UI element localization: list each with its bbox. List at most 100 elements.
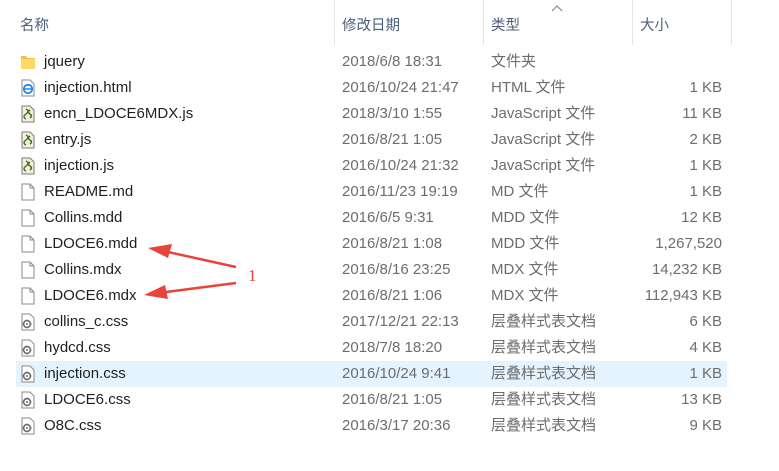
file-size: 2 KB [689,131,722,148]
file-type: JavaScript 文件 [491,131,596,148]
file-type: HTML 文件 [491,79,566,96]
file-name: entry.js [44,131,92,148]
file-size: 9 KB [689,417,722,434]
file-date: 2016/6/5 9:31 [342,209,434,226]
file-type: 文件夹 [491,53,537,70]
file-row[interactable]: LDOCE6.css 2016/8/21 1:05 层叠样式表文档 13 KB [16,387,727,413]
file-row[interactable]: hydcd.css 2018/7/8 18:20 层叠样式表文档 4 KB [16,335,727,361]
css-file-icon [20,365,36,383]
css-file-icon [20,339,36,357]
file-date: 2018/3/10 1:55 [342,105,443,122]
file-size: 1 KB [689,365,722,382]
file-type: MDX 文件 [491,287,559,304]
file-size: 1 KB [689,79,722,96]
file-size: 11 KB [682,105,722,122]
file-row[interactable]: jquery 2018/6/8 18:31 文件夹 [16,49,727,75]
file-name: LDOCE6.mdx [44,287,137,304]
file-size: 14,232 KB [651,261,722,278]
file-date: 2016/10/24 9:41 [342,365,451,382]
file-size: 1,267,520 [655,235,722,252]
html-file-icon [20,79,36,97]
sort-up-icon [551,5,563,12]
file-name: collins_c.css [44,313,129,330]
file-icon [20,261,36,279]
file-type: MD 文件 [491,183,549,200]
file-row[interactable]: O8C.css 2016/3/17 20:36 层叠样式表文档 9 KB [16,413,727,439]
file-row[interactable]: Collins.mdd 2016/6/5 9:31 MDD 文件 12 KB [16,205,727,231]
file-icon [20,209,36,227]
column-header-name[interactable]: 名称 [20,0,49,45]
file-type: JavaScript 文件 [491,105,596,122]
file-row[interactable]: encn_LDOCE6MDX.js 2018/3/10 1:55 JavaScrip… [16,101,727,127]
file-date: 2016/8/21 1:05 [342,131,443,148]
file-type: 层叠样式表文档 [491,339,597,356]
column-header-size[interactable]: 大小 [640,0,669,45]
file-type: 层叠样式表文档 [491,417,597,434]
file-date: 2016/10/24 21:47 [342,79,459,96]
file-row[interactable]: entry.js 2016/8/21 1:05 JavaScript 文件 2 KB [16,127,727,153]
file-name: LDOCE6.css [44,391,131,408]
file-name: Collins.mdx [44,261,122,278]
file-name: injection.html [44,79,132,96]
column-divider[interactable] [483,0,484,45]
file-name: injection.css [44,365,126,382]
file-type: JavaScript 文件 [491,157,596,174]
file-name: O8C.css [44,417,102,434]
file-date: 2016/10/24 21:32 [342,157,459,174]
file-size: 1 KB [689,157,722,174]
file-icon [20,235,36,253]
file-date: 2016/11/23 19:19 [342,183,458,200]
folder-icon [20,53,36,71]
file-row[interactable]: injection.js 2016/10/24 21:32 JavaScript 文… [16,153,727,179]
column-divider[interactable] [334,0,335,45]
file-date: 2016/8/21 1:06 [342,287,443,304]
js-file-icon [20,157,36,175]
column-header-date[interactable]: 修改日期 [342,0,400,45]
file-name: README.md [44,183,134,200]
file-name: Collins.mdd [44,209,123,226]
file-row[interactable]: Collins.mdx 2016/8/16 23:25 MDX 文件 14,232 K… [16,257,727,283]
file-size: 12 KB [681,209,722,226]
column-divider[interactable] [731,0,732,45]
js-file-icon [20,131,36,149]
file-size: 112,943 KB [644,287,722,304]
file-date: 2016/8/21 1:08 [342,235,443,252]
file-type: MDD 文件 [491,209,560,226]
file-row[interactable]: README.md 2016/11/23 19:19 MD 文件 1 KB [16,179,727,205]
file-type: 层叠样式表文档 [491,313,597,330]
file-name: encn_LDOCE6MDX.js [44,105,194,122]
file-row[interactable]: LDOCE6.mdx 2016/8/21 1:06 MDX 文件 112,943 KB [16,283,727,309]
file-name: jquery [44,53,85,70]
file-date: 2016/8/16 23:25 [342,261,451,278]
css-file-icon [20,417,36,435]
file-size: 6 KB [689,313,722,330]
file-icon [20,287,36,305]
js-file-icon [20,105,36,123]
file-size: 4 KB [689,339,722,356]
column-divider[interactable] [632,0,633,45]
file-row[interactable]: injection.html 2016/10/24 21:47 HTML 文件 1 K… [16,75,727,101]
file-date: 2016/8/21 1:05 [342,391,443,408]
file-row[interactable]: collins_c.css 2017/12/21 22:13 层叠样式表文档 6 KB [16,309,727,335]
file-type: 层叠样式表文档 [491,365,597,382]
annotation-label: 1 [248,266,257,285]
css-file-icon [20,391,36,409]
css-file-icon [20,313,36,331]
file-size: 13 KB [681,391,722,408]
file-row[interactable]: LDOCE6.mdd 2016/8/21 1:08 MDD 文件 1,267,520 [16,231,727,257]
file-date: 2018/7/8 18:20 [342,339,443,356]
file-date: 2016/3/17 20:36 [342,417,451,434]
file-type: MDX 文件 [491,261,559,278]
file-name: LDOCE6.mdd [44,235,138,252]
file-row[interactable]: injection.css 2016/10/24 9:41 层叠样式表文档 1 KB [16,361,727,387]
file-size: 1 KB [689,183,722,200]
file-icon [20,183,36,201]
file-date: 2018/6/8 18:31 [342,53,443,70]
file-name: injection.js [44,157,115,174]
column-header: 名称 修改日期 类型 大小 [0,0,779,45]
column-header-type[interactable]: 类型 [491,0,520,45]
file-name: hydcd.css [44,339,111,356]
file-type: MDD 文件 [491,235,560,252]
file-date: 2017/12/21 22:13 [342,313,459,330]
file-type: 层叠样式表文档 [491,391,597,408]
